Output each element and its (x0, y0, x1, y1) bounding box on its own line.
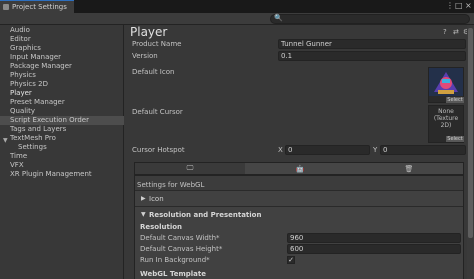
run-in-background-checkbox[interactable]: ✓ (287, 256, 295, 264)
close-icon[interactable]: × (465, 1, 472, 11)
product-name-field[interactable]: Tunnel Gunner (278, 39, 466, 49)
project-settings-tab[interactable]: Project Settings (0, 0, 74, 13)
default-icon-label: Default Icon (132, 68, 175, 76)
version-field[interactable]: 0.1 (278, 51, 466, 61)
resolution-fold-arrow-icon[interactable]: ▼ (141, 211, 146, 218)
sidebar-item-physics[interactable]: Physics (10, 71, 36, 80)
webgl-template-header: WebGL Template (140, 270, 206, 278)
sidebar-item-script-execution-order[interactable]: Script Execution Order (10, 116, 89, 125)
search-icon: 🔍 (274, 14, 283, 22)
canvas-width-field[interactable]: 960 (287, 233, 461, 243)
cursor-hotspot-label: Cursor Hotspot (132, 146, 185, 154)
settings-gear-icon (3, 4, 9, 10)
sidebar-item-xr-plugin-management[interactable]: XR Plugin Management (10, 170, 92, 179)
cursor-select-button[interactable]: Select (446, 136, 464, 142)
canvas-width-label: Default Canvas Width* (140, 234, 220, 242)
sidebar-item-package-manager[interactable]: Package Manager (10, 62, 72, 71)
search-input[interactable] (270, 14, 470, 24)
app-icon-preview (429, 68, 463, 96)
run-in-background-label: Run In Background* (140, 256, 210, 264)
sidebar-item-quality[interactable]: Quality (10, 107, 35, 116)
sidebar-item-graphics[interactable]: Graphics (10, 44, 41, 53)
sidebar-item-tags-and-layers[interactable]: Tags and Layers (10, 125, 66, 134)
scrollbar-thumb[interactable] (468, 28, 473, 238)
icon-select-button[interactable]: Select (446, 97, 464, 103)
resolution-section-label[interactable]: Resolution and Presentation (149, 211, 261, 219)
hotspot-x-field[interactable]: 0 (285, 145, 370, 155)
default-cursor-label: Default Cursor (132, 108, 183, 116)
sidebar-item-textmesh-pro[interactable]: TextMesh Pro (10, 134, 56, 143)
more-options-icon[interactable]: ⋮ (446, 1, 454, 11)
resolution-section: ▼ Resolution and Presentation Resolution… (135, 206, 463, 279)
hotspot-y-field[interactable]: 0 (380, 145, 466, 155)
sidebar-item-preset-manager[interactable]: Preset Manager (10, 98, 65, 107)
tab-android[interactable]: 🤖 (245, 163, 355, 174)
sidebar-item-physics-2d[interactable]: Physics 2D (10, 80, 48, 89)
monitor-icon: 🖵 (186, 164, 194, 172)
canvas-height-label: Default Canvas Height* (140, 245, 223, 253)
sidebar-item-vfx[interactable]: VFX (10, 161, 24, 170)
default-icon-field[interactable]: Select (428, 67, 464, 103)
sidebar-item-audio[interactable]: Audio (10, 26, 30, 35)
sidebar-item-player[interactable]: Player (10, 89, 32, 98)
tab-webgl[interactable]: 🗑 (354, 163, 464, 174)
hotspot-y-label: Y (373, 146, 378, 154)
cursor-none-text: None (438, 108, 454, 115)
settings-for-webgl-label: Settings for WebGL (137, 181, 205, 189)
maximize-icon[interactable]: □ (455, 1, 463, 11)
android-icon: 🤖 (295, 164, 305, 173)
textmesh-fold-arrow-icon[interactable]: ▼ (3, 137, 8, 144)
icon-fold-arrow-icon: ▶ (141, 195, 146, 202)
help-icon[interactable]: ? (443, 29, 449, 36)
tab-standalone[interactable]: 🖵 (135, 163, 245, 174)
product-name-label: Product Name (132, 40, 182, 48)
canvas-height-field[interactable]: 600 (287, 244, 461, 254)
hotspot-x-label: X (278, 146, 283, 154)
page-title: Player (130, 25, 168, 39)
icon-section-header[interactable]: ▶ Icon (135, 190, 463, 206)
tab-title: Project Settings (12, 3, 67, 11)
resolution-header: Resolution (140, 223, 183, 231)
version-label: Version (132, 52, 158, 60)
webgl-icon: 🗑 (404, 164, 414, 173)
icon-section-label: Icon (149, 195, 164, 203)
preset-icon[interactable]: ⇄ (453, 29, 459, 36)
sidebar-item-input-manager[interactable]: Input Manager (10, 53, 61, 62)
cursor-type-text: (Texture 2D) (433, 115, 459, 129)
sidebar-item-editor[interactable]: Editor (10, 35, 31, 44)
sidebar-item-time[interactable]: Time (10, 152, 27, 161)
sidebar: Audio Editor Graphics Input Manager Pack… (0, 25, 124, 279)
default-cursor-field[interactable]: None (Texture 2D) Select (428, 105, 464, 143)
sidebar-item-textmesh-settings[interactable]: Settings (18, 143, 47, 152)
